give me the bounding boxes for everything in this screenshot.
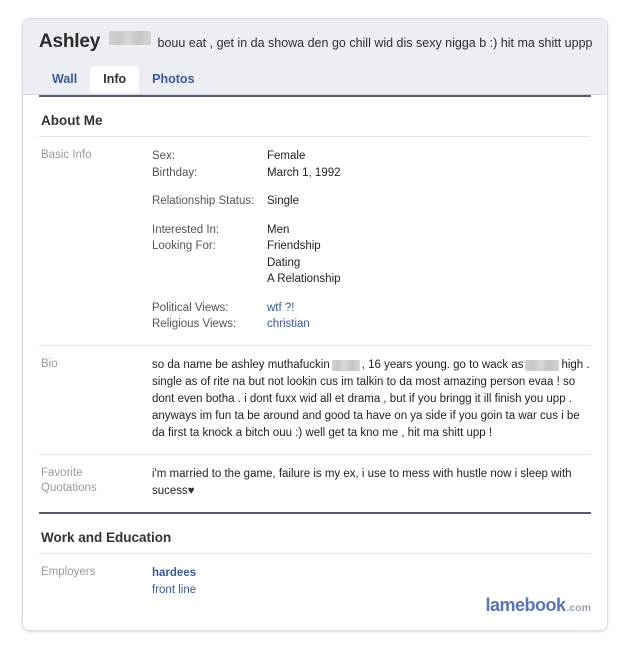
field-value-birthday: March 1, 1992 bbox=[267, 166, 341, 179]
watermark-tld: .com bbox=[566, 602, 591, 614]
spacer-cell bbox=[267, 288, 591, 300]
field-label-political-views: Political Views: bbox=[152, 301, 229, 314]
field-value-looking-for-3: A Relationship bbox=[267, 273, 341, 285]
row-basic-info: Basic Info Sex: Female Birthday: March 1… bbox=[39, 137, 591, 345]
spacer-cell bbox=[152, 181, 267, 193]
row-label-basic-info: Basic Info bbox=[41, 149, 92, 161]
field-value-looking-for-2: Dating bbox=[267, 256, 301, 269]
row-favorite-quotations: Favorite Quotations i'm married to the g… bbox=[39, 455, 591, 512]
section-title-work: Work and Education bbox=[41, 529, 172, 545]
spacer-3 bbox=[152, 288, 591, 300]
basic-info-fields: Sex: Female Birthday: March 1, 1992 Rela… bbox=[152, 148, 591, 333]
bio-text: so da name be ashley muthafuckin , 16 yea… bbox=[152, 357, 591, 442]
bio-part-2: , 16 years young. go to wack as bbox=[361, 358, 524, 371]
row-label-employers: Employers bbox=[41, 565, 96, 578]
field-label-empty-2 bbox=[152, 271, 267, 288]
bio-part-1: so da name be ashley muthafuckin bbox=[152, 358, 330, 371]
field-birthday: Birthday: March 1, 1992 bbox=[152, 165, 591, 182]
profile-body: About Me Basic Info Sex: Female Birthday… bbox=[23, 95, 607, 611]
spacer-1 bbox=[152, 181, 591, 193]
profile-tabs: Wall Info Photos bbox=[23, 66, 607, 93]
basic-info-table: Sex: Female Birthday: March 1, 1992 Rela… bbox=[152, 148, 591, 333]
redacted-bio-block-2 bbox=[525, 359, 560, 371]
heart-icon: ♥ bbox=[187, 484, 195, 497]
quotations-content: i'm married to the game, failure is my e… bbox=[152, 466, 591, 500]
watermark-name: lamebook bbox=[485, 595, 566, 615]
row-label-favorite-quotations: Favorite Quotations bbox=[39, 466, 152, 496]
field-value-relationship-status: Single bbox=[267, 195, 299, 207]
row-label-quotations-line2: Quotations bbox=[41, 481, 97, 494]
field-looking-for: Looking For: Friendship bbox=[152, 238, 591, 255]
redacted-bio-block-1 bbox=[331, 359, 360, 371]
row-label-quotations-line1: Favorite bbox=[41, 466, 83, 479]
employers-content: hardees front line bbox=[152, 565, 591, 599]
field-label-religious-views: Religious Views: bbox=[152, 318, 237, 330]
spacer-2 bbox=[152, 210, 591, 222]
section-title-about: About Me bbox=[41, 113, 103, 128]
field-political-views: Political Views: wtf ?! bbox=[152, 300, 591, 317]
quotations-body: i'm married to the game, failure is my e… bbox=[152, 467, 572, 497]
tab-info[interactable]: Info bbox=[90, 66, 140, 93]
employer-primary-link[interactable]: hardees bbox=[152, 565, 591, 582]
lamebook-watermark: lamebook .com bbox=[485, 595, 591, 616]
row-label-bio: Bio bbox=[41, 357, 58, 370]
spacer-cell bbox=[267, 210, 591, 222]
field-interested-in: Interested In: Men bbox=[152, 222, 591, 239]
profile-header: Ashley bouu eat , get in da showa den go… bbox=[23, 19, 607, 95]
field-label-sex: Sex: bbox=[152, 150, 176, 162]
profile-card: Ashley bouu eat , get in da showa den go… bbox=[22, 18, 608, 631]
quotations-text: i'm married to the game, failure is my e… bbox=[152, 466, 591, 500]
field-label-interested-in: Interested In: bbox=[152, 223, 220, 236]
spacer-cell bbox=[267, 181, 591, 193]
tab-photos[interactable]: Photos bbox=[139, 66, 207, 93]
field-value-sex: Female bbox=[267, 150, 306, 162]
field-looking-for-extra-2: A Relationship bbox=[152, 271, 591, 288]
tab-wall[interactable]: Wall bbox=[39, 66, 90, 93]
field-value-interested-in: Men bbox=[267, 223, 290, 236]
spacer-cell bbox=[152, 288, 267, 300]
bio-content: so da name be ashley muthafuckin , 16 yea… bbox=[152, 357, 591, 442]
row-bio: Bio so da name be ashley muthafuckin , 16… bbox=[39, 346, 591, 454]
field-religious-views: Religious Views: christian bbox=[152, 316, 591, 333]
redacted-name-block bbox=[109, 31, 151, 45]
field-label-looking-for: Looking For: bbox=[152, 240, 216, 252]
field-looking-for-extra-1: Dating bbox=[152, 255, 591, 272]
field-label-relationship-status: Relationship Status: bbox=[152, 195, 255, 207]
status-text: bouu eat , get in da showa den go chill … bbox=[157, 36, 594, 50]
field-relationship-status: Relationship Status: Single bbox=[152, 193, 591, 210]
field-value-looking-for-1: Friendship bbox=[267, 240, 321, 252]
field-label-birthday: Birthday: bbox=[152, 166, 198, 179]
spacer-cell bbox=[152, 210, 267, 222]
profile-name: Ashley bbox=[39, 31, 101, 52]
screenshot-root: Ashley bouu eat , get in da showa den go… bbox=[0, 0, 630, 651]
field-sex: Sex: Female bbox=[152, 148, 591, 165]
field-value-religious-views[interactable]: christian bbox=[267, 316, 591, 333]
field-value-political-views[interactable]: wtf ?! bbox=[267, 300, 591, 317]
name-and-status-line: Ashley bouu eat , get in da showa den go… bbox=[23, 31, 607, 53]
field-label-empty-1 bbox=[152, 255, 267, 272]
